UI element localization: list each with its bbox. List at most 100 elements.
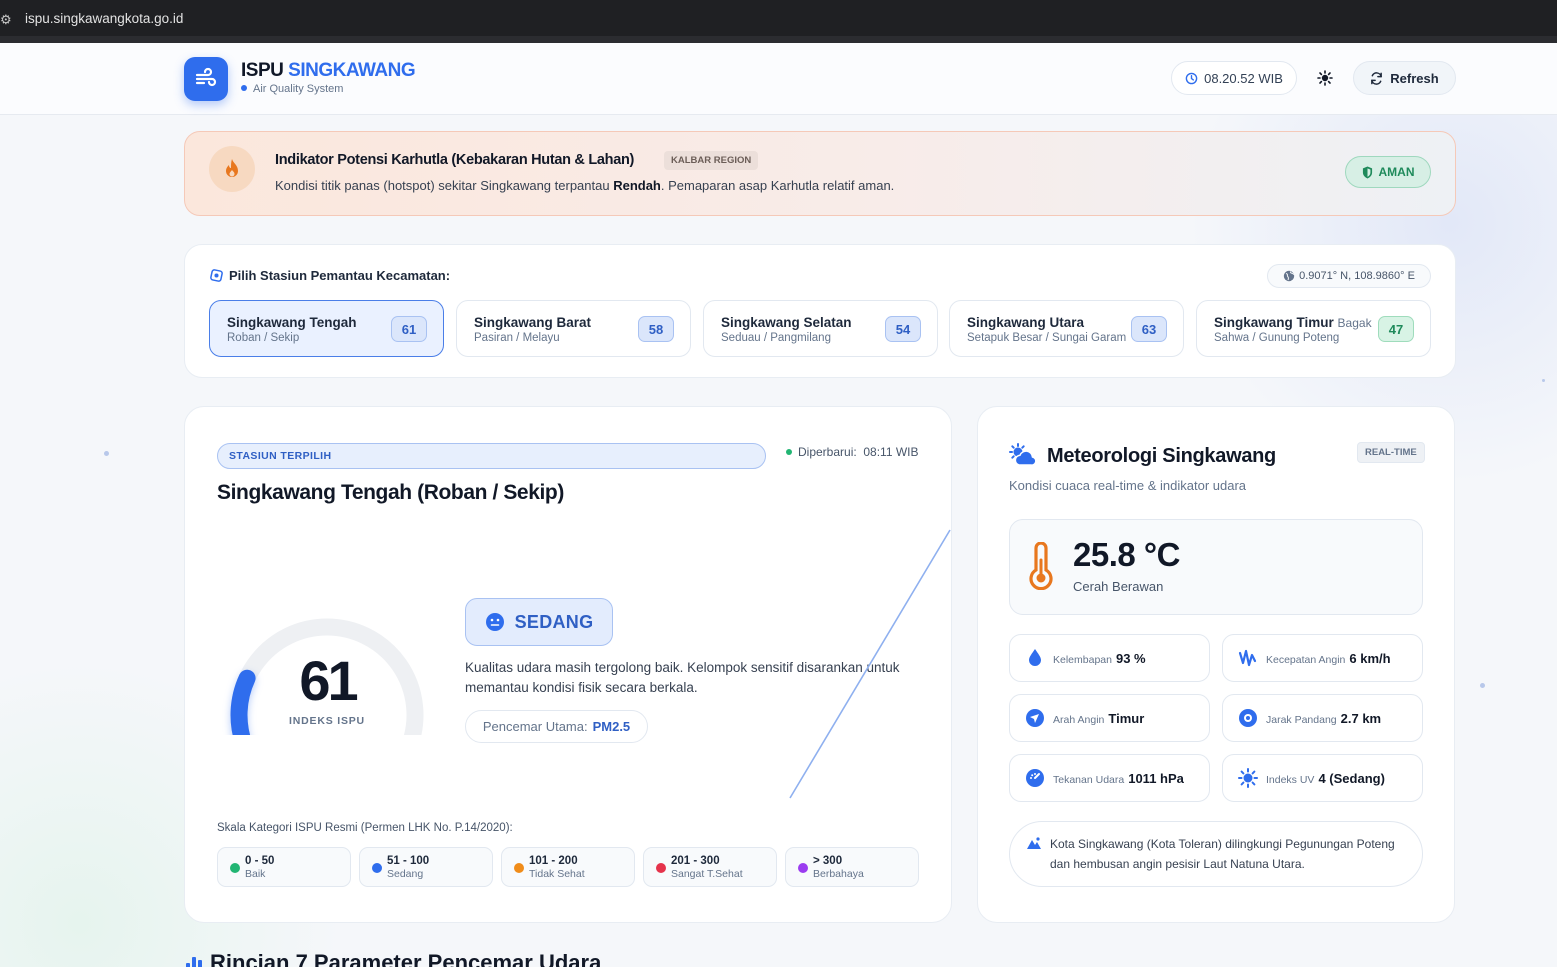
station-name: Singkawang Utara — [967, 315, 1085, 330]
station-subarea: Sahwa / Gunung Poteng — [1214, 332, 1340, 344]
scale-item-sangat-tidak-sehat: 201 - 300 Sangat T.Sehat — [643, 847, 777, 887]
scale-color-dot — [798, 863, 808, 873]
ispu-index-value: 61 — [299, 649, 358, 712]
site-settings-icon[interactable]: ⚙ — [0, 12, 14, 28]
brand-title: ISPU SINGKAWANG — [241, 60, 416, 81]
compass-icon — [1026, 709, 1044, 727]
decorative-line — [789, 529, 951, 799]
meteorology-subtitle: Kondisi cuaca real-time & indikator udar… — [1009, 478, 1247, 493]
wind-direction-item: Arah Angin Timur — [1009, 694, 1210, 742]
selected-station-title: Singkawang Tengah (Roban / Sekip) — [217, 481, 564, 504]
scale-category: Tidak Sehat — [529, 868, 585, 880]
fire-icon — [209, 146, 255, 192]
meteorology-title: Meteorologi Singkawang — [1047, 445, 1276, 467]
realtime-tag: REAL-TIME — [1357, 442, 1425, 463]
refresh-button[interactable]: Refresh — [1353, 61, 1456, 95]
station-button-singkawang-timur[interactable]: Singkawang Timur Bagak Sahwa / Gunung Po… — [1196, 300, 1431, 357]
station-ispu-value: 63 — [1131, 316, 1167, 342]
browser-strip — [0, 36, 1557, 43]
weather-condition: Cerah Berawan — [1073, 579, 1164, 594]
scale-item-baik: 0 - 50 Baik — [217, 847, 351, 887]
scale-item-tidak-sehat: 101 - 200 Tidak Sehat — [501, 847, 635, 887]
bar-chart-icon — [186, 957, 202, 967]
station-button-singkawang-barat[interactable]: Singkawang Barat Pasiran / Melayu 58 — [456, 300, 691, 357]
wind-speed-text: Kecepatan Angin 6 km/h — [1266, 651, 1391, 666]
station-subarea: Roban / Sekip — [227, 332, 300, 344]
wind-icon — [1238, 649, 1257, 667]
logo[interactable] — [184, 57, 228, 101]
station-ispu-value: 61 — [391, 316, 427, 342]
humidity-text: Kelembapan 93 % — [1053, 651, 1146, 666]
temperature-value: 25.8 °C — [1073, 536, 1180, 573]
station-ispu-value: 54 — [885, 316, 921, 342]
scale-category: Sangat T.Sehat — [671, 868, 743, 880]
neutral-face-icon — [485, 613, 504, 631]
status-badge: AMAN — [1345, 156, 1431, 188]
scale-category: Berbahaya — [813, 868, 864, 880]
category-badge: SEDANG — [465, 598, 613, 646]
station-button-singkawang-selatan[interactable]: Singkawang Selatan Seduau / Pangmilang 5… — [703, 300, 938, 357]
karhutla-alert — [184, 131, 1456, 216]
pressure-item: Tekanan Udara 1011 hPa — [1009, 754, 1210, 802]
uv-index-text: Indeks UV 4 (Sedang) — [1266, 771, 1385, 786]
theme-toggle-button[interactable] — [1308, 61, 1342, 95]
gauge-icon — [1026, 769, 1044, 787]
scale-range: 201 - 300 — [671, 855, 720, 867]
scale-category: Baik — [245, 868, 266, 880]
station-subarea: Setapuk Besar / Sungai Garam — [967, 332, 1127, 344]
sun-icon — [1238, 768, 1258, 788]
updated-timestamp: Diperbarui: 08:11 WIB — [786, 445, 919, 459]
decor-dot — [104, 451, 109, 456]
scale-item-sedang: 51 - 100 Sedang — [359, 847, 493, 887]
browser-bar: ⚙ ispu.singkawangkota.go.id — [0, 0, 1557, 43]
visibility-item: Jarak Pandang 2.7 km — [1222, 694, 1423, 742]
station-button-singkawang-tengah[interactable]: Singkawang Tengah Roban / Sekip 61 — [209, 300, 444, 357]
temperature-box — [1009, 519, 1423, 615]
thermometer-icon — [1029, 542, 1053, 590]
sun-icon — [1317, 70, 1333, 86]
wind-icon — [195, 67, 217, 87]
visibility-text: Jarak Pandang 2.7 km — [1266, 711, 1382, 726]
geography-note-text: Kota Singkawang (Kota Toleran) dilingkun… — [1050, 837, 1395, 871]
station-name: Singkawang Barat — [474, 315, 592, 330]
decor-dot — [1542, 379, 1545, 382]
location-icon — [210, 269, 223, 282]
station-name: Singkawang Selatan — [721, 315, 852, 330]
wind-speed-item: Kecepatan Angin 6 km/h — [1222, 634, 1423, 682]
station-ispu-value: 58 — [638, 316, 674, 342]
station-name: Singkawang Tengah — [227, 315, 357, 330]
scale-range: 0 - 50 — [245, 855, 275, 867]
clock-pill: 08.20.52 WIB — [1171, 61, 1297, 95]
station-name: Singkawang Timur Bagak — [1214, 315, 1372, 330]
wind-direction-text: Arah Angin Timur — [1053, 711, 1145, 726]
station-subarea: Seduau / Pangmilang — [721, 332, 831, 344]
eye-icon — [1239, 709, 1257, 727]
clock-icon — [1185, 72, 1198, 84]
scale-color-dot — [230, 863, 240, 873]
uv-index-item: Indeks UV 4 (Sedang) — [1222, 754, 1423, 802]
gauge-fill — [230, 669, 256, 735]
address-bar[interactable]: ispu.singkawangkota.go.id — [25, 11, 183, 26]
scale-item-berbahaya: > 300 Berbahaya — [785, 847, 919, 887]
weather-icon — [1009, 443, 1036, 466]
coordinates-pill: 0.9071° N, 108.9860° E — [1267, 264, 1431, 288]
scale-range: > 300 — [813, 855, 843, 867]
decor-dot — [1480, 683, 1485, 688]
region-tag: KALBAR REGION — [664, 151, 759, 170]
humidity-item: Kelembapan 93 % — [1009, 634, 1210, 682]
station-subarea: Pasiran / Melayu — [474, 332, 560, 344]
selected-station-tag: STASIUN TERPILIH — [217, 443, 766, 469]
scale-category: Sedang — [387, 868, 424, 880]
shield-icon — [1362, 166, 1372, 178]
station-button-singkawang-utara[interactable]: Singkawang Utara Setapuk Besar / Sungai … — [949, 300, 1184, 357]
station-selector-label: Pilih Stasiun Pemantau Kecamatan: — [210, 268, 450, 283]
globe-icon — [1283, 270, 1295, 282]
mountain-icon — [1027, 837, 1041, 849]
ispu-index-label: INDEKS ISPU — [289, 715, 365, 727]
pollutant-parameters-heading: Rincian 7 Parameter Pencemar Udara — [184, 950, 601, 967]
alert-title: Indikator Potensi Karhutla (Kebakaran Hu… — [275, 152, 635, 168]
station-ispu-value: 47 — [1378, 316, 1414, 342]
refresh-icon — [1371, 71, 1383, 85]
scale-range: 51 - 100 — [387, 855, 430, 867]
brand-subtitle: Air Quality System — [241, 83, 343, 95]
